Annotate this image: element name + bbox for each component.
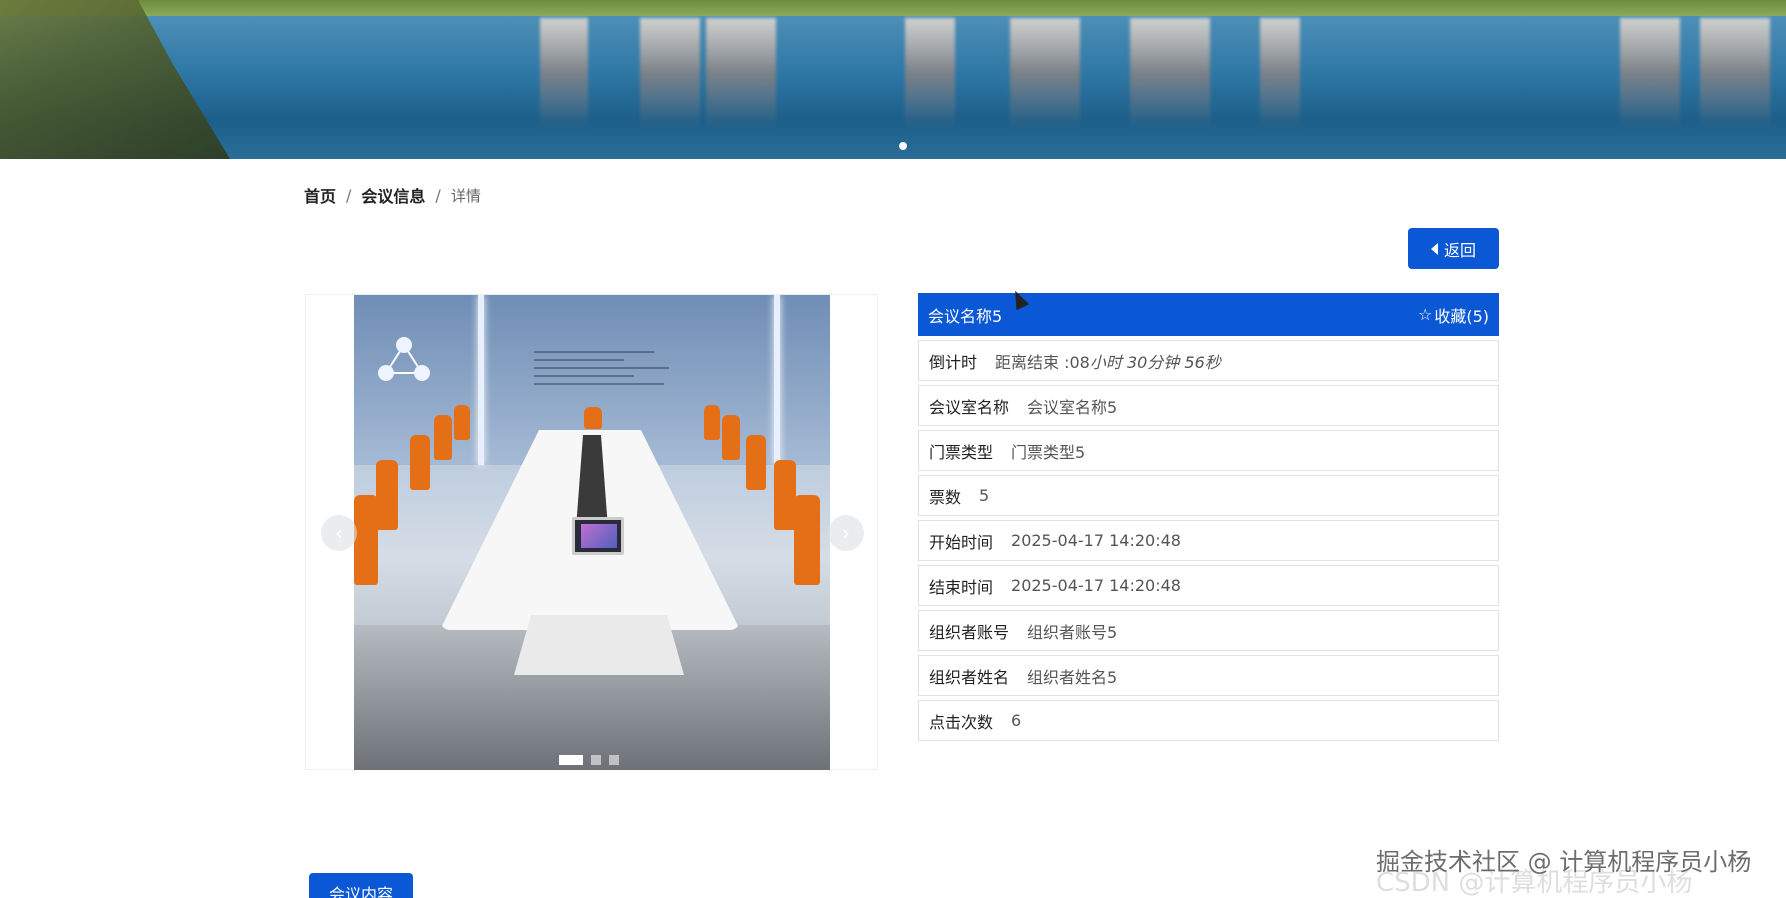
detail-row-label: 组织者账号 [929,622,1010,642]
table-base [514,615,684,675]
photo-pillar [774,295,780,465]
image-carousel: ‹ › [305,294,878,770]
detail-row-value: 5 [979,486,990,505]
detail-row-label: 点击次数 [929,712,994,732]
detail-row-label: 门票类型 [929,442,994,462]
chair [584,407,602,429]
laptop-icon [572,517,624,555]
banner-reflection [540,18,588,128]
detail-row-end-time: 结束时间 2025-04-17 14:20:48 [918,565,1499,606]
detail-header: 会议名称5 ☆ 收藏(5) [918,293,1499,336]
back-button-label: 返回 [1443,240,1476,260]
banner-reflection [1010,18,1080,128]
back-button[interactable]: 返回 [1408,228,1499,269]
carousel-prev-button[interactable]: ‹ [321,515,357,551]
detail-row-organizer-name: 组织者姓名 组织者姓名5 [918,655,1499,696]
carousel-indicator-1[interactable] [559,755,583,765]
detail-row-value: 2025-04-17 14:20:48 [1011,576,1181,595]
chair [794,495,820,585]
banner-indicator-dot[interactable] [899,142,907,150]
meeting-room-photo [354,295,830,770]
chair [722,415,740,460]
caret-left-icon [1430,242,1438,255]
breadcrumb-current: 详情 [450,186,481,205]
breadcrumb-home[interactable]: 首页 [304,183,336,207]
detail-row-label: 组织者姓名 [929,667,1010,687]
breadcrumb-separator: / [346,185,352,205]
carousel-indicator-2[interactable] [591,755,601,765]
detail-row-label: 票数 [929,487,962,507]
chair [774,460,796,530]
detail-row-value: 距离结束 :08小时 30分钟 56秒 [995,349,1221,373]
banner-reflection [1260,18,1300,128]
banner-reflection [706,18,776,128]
banner-shore [0,0,230,159]
detail-row-value: 2025-04-17 14:20:48 [1011,531,1181,550]
banner-reflection [905,18,955,128]
wall-text-decoration [534,351,674,391]
detail-row-label: 倒计时 [929,352,978,372]
chair [704,405,720,440]
countdown-prefix: 距离结束 :08 [995,352,1090,372]
breadcrumb-separator: / [435,185,441,205]
tab-meeting-content[interactable]: 会议内容 [309,873,413,898]
meeting-title: 会议名称5 [928,306,1003,326]
detail-row-ticket-count: 票数 5 [918,475,1499,516]
carousel-indicators [559,755,619,765]
chair [434,415,452,460]
breadcrumb-section[interactable]: 会议信息 [361,183,425,207]
detail-row-value: 门票类型5 [1011,442,1086,462]
wall-logo-icon [378,337,430,381]
photo-pillar [478,295,484,465]
detail-row-start-time: 开始时间 2025-04-17 14:20:48 [918,520,1499,561]
detail-row-room-name: 会议室名称 会议室名称5 [918,385,1499,426]
carousel-indicator-3[interactable] [609,755,619,765]
favorite-label: 收藏(5) [1434,306,1489,326]
favorite-button[interactable]: ☆ 收藏(5) [1418,303,1489,327]
chair [376,460,398,530]
meeting-detail-panel: 会议名称5 ☆ 收藏(5) 倒计时 距离结束 :08小时 30分钟 56秒 会议… [918,293,1499,741]
carousel-next-button[interactable]: › [828,515,864,551]
star-icon: ☆ [1417,305,1433,324]
detail-row-value: 6 [1011,711,1022,730]
countdown-remaining: 小时 30分钟 56秒 [1089,352,1221,372]
detail-row-click-count: 点击次数 6 [918,700,1499,741]
breadcrumb: 首页 / 会议信息 / 详情 [304,183,481,207]
chair [454,405,470,440]
detail-row-ticket-type: 门票类型 门票类型5 [918,430,1499,471]
detail-row-label: 结束时间 [929,577,994,597]
detail-row-organizer-account: 组织者账号 组织者账号5 [918,610,1499,651]
watermark: 掘金技术社区 @ 计算机程序员小杨 [1376,848,1752,876]
detail-row-countdown: 倒计时 距离结束 :08小时 30分钟 56秒 [918,340,1499,381]
detail-row-label: 开始时间 [929,532,994,552]
chair [354,495,378,585]
banner-reflection [1700,18,1770,128]
detail-row-value: 会议室名称5 [1027,397,1118,417]
banner-reflection [1130,18,1210,128]
detail-row-value: 组织者账号5 [1027,622,1118,642]
chair [746,435,766,490]
detail-row-label: 会议室名称 [929,397,1010,417]
banner-reflection [640,18,700,128]
banner-carousel [0,0,1786,159]
chair [410,435,430,490]
detail-row-value: 组织者姓名5 [1027,667,1118,687]
banner-treeline [0,0,1786,16]
banner-reflection [1620,18,1680,128]
